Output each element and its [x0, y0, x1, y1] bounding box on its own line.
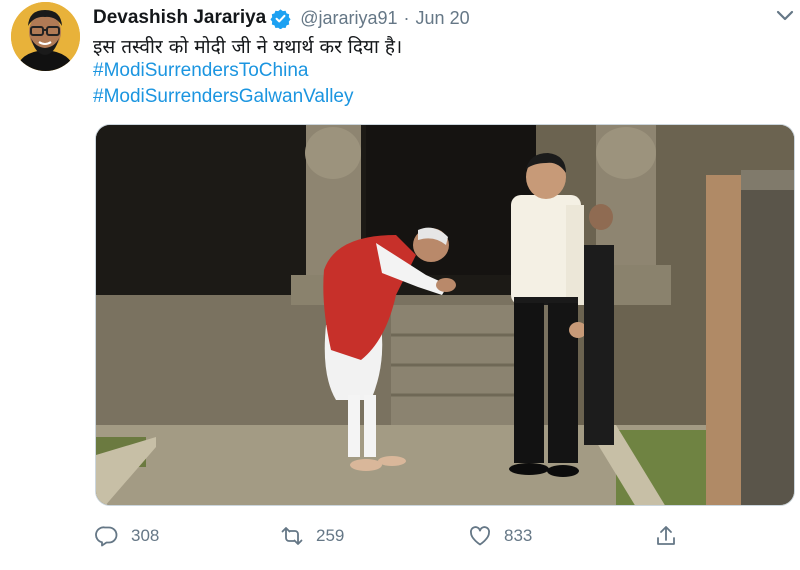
tweet-photo[interactable] — [95, 124, 795, 506]
tweet-date[interactable]: Jun 20 — [416, 8, 470, 29]
avatar[interactable] — [11, 2, 80, 71]
reply-count: 308 — [131, 526, 160, 545]
retweet-button[interactable]: 259 — [280, 522, 344, 550]
tweet-card[interactable]: Devashish Jarariya @jarariya91 · Jun 20 … — [0, 0, 800, 570]
avatar-image — [11, 2, 80, 71]
verified-badge-icon — [270, 8, 291, 29]
chevron-down-icon[interactable] — [776, 9, 794, 23]
hashtag-link[interactable]: #ModiSurrendersToChina — [93, 60, 308, 82]
heart-icon — [469, 526, 491, 546]
retweet-count: 259 — [316, 526, 345, 545]
share-icon — [657, 526, 675, 545]
tweet-text: इस तस्वीर को मोदी जी ने यथार्थ कर दिया ह… — [93, 36, 403, 58]
like-count: 833 — [504, 526, 533, 545]
tweet-actions: 308 259 833 — [0, 522, 800, 550]
retweet-icon — [281, 527, 303, 545]
share-button[interactable] — [654, 522, 678, 550]
tweet-header: Devashish Jarariya @jarariya91 · Jun 20 — [93, 5, 470, 31]
author-handle[interactable]: @jarariya91 — [300, 8, 397, 29]
separator-dot: · — [403, 7, 410, 28]
reply-icon — [95, 526, 118, 547]
author-name[interactable]: Devashish Jarariya — [93, 7, 266, 29]
hashtag-link[interactable]: #ModiSurrendersGalwanValley — [93, 86, 354, 108]
photo-scene — [96, 125, 794, 505]
like-button[interactable]: 833 — [468, 522, 532, 550]
reply-button[interactable]: 308 — [95, 522, 159, 550]
